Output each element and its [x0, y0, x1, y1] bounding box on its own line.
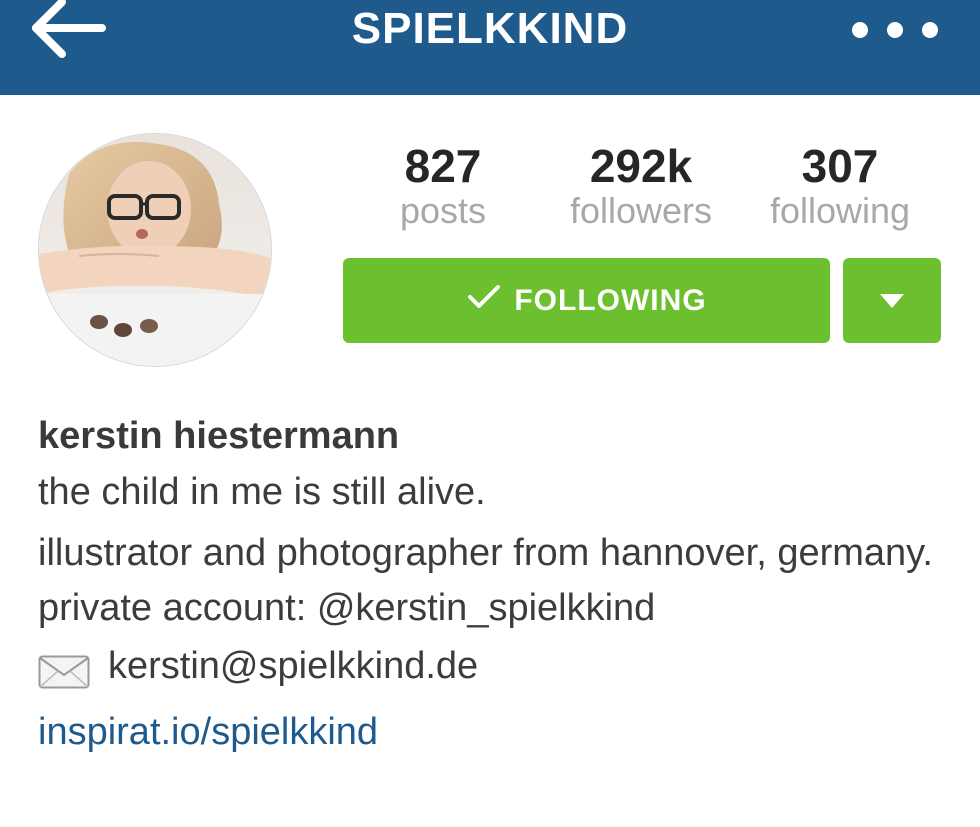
- envelope-icon: [38, 649, 90, 689]
- more-dots-icon: [852, 22, 868, 38]
- profile-page: SPIELKKIND 827 posts 292k followers 307 …: [0, 0, 980, 827]
- following-count: 307: [801, 140, 879, 192]
- profile-avatar[interactable]: [38, 133, 272, 367]
- following-label: following: [769, 190, 911, 231]
- followers-count: 292k: [589, 140, 693, 192]
- posts-count: 827: [404, 140, 482, 192]
- bio-description: illustrator and photographer from hannov…: [38, 532, 933, 629]
- followers-label: followers: [569, 190, 713, 231]
- profile-bio: kerstin hiestermann the child in me is s…: [38, 412, 958, 760]
- avatar-photo: [39, 134, 271, 366]
- bio-website-link[interactable]: inspirat.io/spielkkind: [38, 704, 378, 760]
- caret-down-icon: [880, 293, 904, 308]
- bio-email-row: kerstin@spielkkind.de: [38, 638, 958, 694]
- more-dots-icon: [922, 22, 938, 38]
- profile-name: kerstin hiestermann: [38, 415, 400, 457]
- following-button-label: FOLLOWING: [514, 283, 707, 317]
- posts-stat[interactable]: 827 posts: [343, 140, 543, 230]
- following-button[interactable]: FOLLOWING: [343, 258, 830, 343]
- followers-stat[interactable]: 292k followers: [541, 140, 741, 230]
- bio-tagline: the child in me is still alive.: [38, 471, 486, 513]
- page-title: SPIELKKIND: [351, 4, 629, 53]
- posts-label: posts: [399, 190, 487, 231]
- check-icon: [466, 283, 502, 319]
- more-dots-icon: [887, 22, 903, 38]
- suggestions-dropdown-button[interactable]: [843, 258, 941, 343]
- following-stat[interactable]: 307 following: [740, 140, 940, 230]
- top-bar: SPIELKKIND: [0, 0, 980, 95]
- bio-email[interactable]: kerstin@spielkkind.de: [108, 638, 478, 694]
- more-options-button[interactable]: [852, 14, 942, 44]
